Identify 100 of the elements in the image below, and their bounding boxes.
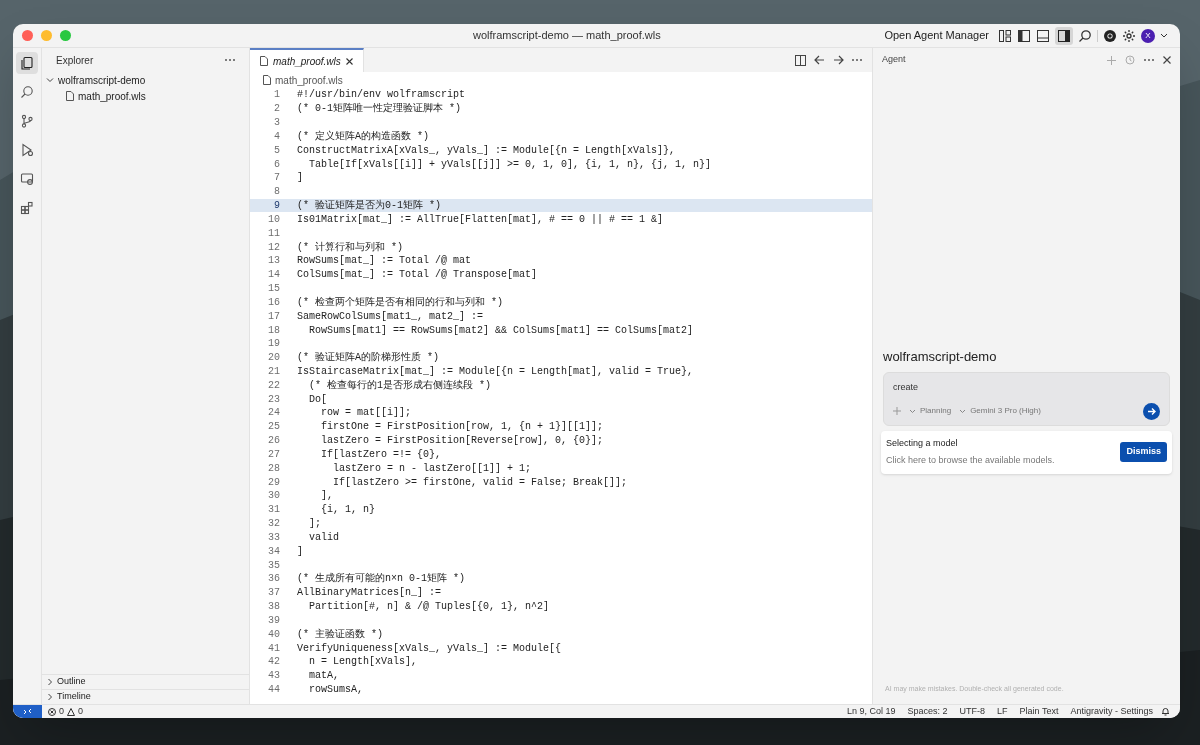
remote-button[interactable] — [13, 705, 42, 718]
line-number: 44 — [267, 683, 280, 698]
close-window-button[interactable] — [22, 30, 33, 41]
code-line: (* 生成所有可能的n×n 0-1矩阵 *) — [296, 572, 465, 587]
line-number: 33 — [267, 530, 280, 545]
account-avatar[interactable]: X — [1141, 28, 1155, 43]
code-line: (* 定义矩阵A的构造函数 *) — [296, 129, 429, 144]
line-number: 35 — [267, 558, 280, 573]
line-number: 16 — [267, 295, 280, 310]
code-line: ColSums[mat_] := Total /@ Transpose[mat] — [296, 268, 538, 283]
arrow-right-icon — [1147, 406, 1156, 416]
code-line: #!/usr/bin/env wolframscript — [296, 88, 466, 102]
warning-icon — [67, 707, 75, 716]
status-bar-item[interactable]: LF — [997, 704, 1008, 718]
forward-arrow-icon[interactable] — [833, 55, 844, 65]
line-number: 18 — [267, 323, 280, 338]
line-number: 8 — [273, 185, 280, 200]
chevron-icon[interactable] — [46, 76, 54, 84]
line-number: 2 — [273, 102, 280, 117]
sidebar-toggle-icon[interactable] — [1017, 28, 1031, 43]
status-bar-item[interactable]: UTF-8 — [959, 704, 986, 718]
prompt-text[interactable]: create — [893, 381, 1160, 395]
line-number: 36 — [267, 572, 280, 587]
model-dropdown[interactable]: Gemini 3 Pro (High) — [959, 405, 1041, 417]
tab-label[interactable]: math_proof.wls — [273, 53, 341, 69]
editor-tab[interactable]: math_proof.wls — [250, 48, 364, 72]
notification-bell-icon[interactable] — [1161, 707, 1170, 716]
remote-icon — [23, 707, 32, 716]
line-number: 11 — [267, 226, 280, 241]
line-number: 7 — [273, 171, 280, 186]
code-line: Is01Matrix[mat_] := AllTrue[Flatten[mat], # == 0 || # == 1 &] — [296, 212, 664, 227]
line-number: 40 — [267, 627, 280, 642]
code-line: {i, 1, n} — [320, 503, 375, 518]
status-bar-item[interactable]: Antigravity - Settings — [1070, 704, 1153, 718]
code-line: Table[If[xVals[[i]] + yVals[[j]] >= 0, 1, 0], {i, 1, n}, {j, 1, n}] — [308, 157, 712, 172]
line-number: 21 — [267, 365, 280, 379]
secondary-sidebar-toggle[interactable] — [1055, 26, 1073, 45]
code-line: firstOne = FirstPosition[row, 1, {n + 1}][[1]]; — [320, 420, 604, 435]
dismiss-button[interactable]: Dismiss — [1120, 442, 1167, 462]
line-number: 28 — [267, 461, 280, 476]
line-number: 15 — [267, 282, 280, 296]
code-line: (* 0-1矩阵唯一性定理验证脚本 *) — [296, 101, 461, 117]
breadcrumb[interactable]: math_proof.wls — [275, 72, 343, 88]
problems-button[interactable]: 0 0 — [42, 704, 90, 718]
send-button[interactable] — [1143, 402, 1160, 420]
line-number: 34 — [267, 544, 280, 559]
status-bar-item[interactable]: Plain Text — [1019, 704, 1059, 718]
line-number: 26 — [267, 434, 280, 449]
code-line: (* 主验证函数 *) — [296, 627, 383, 642]
section-header[interactable]: Outline — [42, 674, 249, 689]
panel-toggle-icon[interactable] — [1036, 28, 1050, 43]
code-line: ] — [296, 171, 303, 186]
code-line: IsStaircaseMatrix[mat_] := Module[{n = Length[mat], valid = True}, — [296, 365, 694, 379]
status-bar-item[interactable]: Ln 9, Col 19 — [847, 704, 896, 718]
file-item[interactable]: math_proof.wls — [42, 88, 249, 104]
chevron-down-icon[interactable] — [1160, 32, 1168, 39]
line-number: 27 — [267, 447, 280, 462]
status-bar-item[interactable]: Spaces: 2 — [907, 704, 948, 718]
split-editor-icon[interactable] — [795, 54, 806, 66]
code-line: If[lastZero =!= {0}, — [320, 447, 442, 462]
line-number: 39 — [267, 613, 280, 628]
code-line: n = Length[xVals], — [308, 655, 418, 670]
line-number: 24 — [267, 406, 280, 421]
line-number: 14 — [267, 268, 280, 283]
code-line: (* 验证矩阵A的阶梯形性质 *) — [296, 351, 439, 366]
files-icon[interactable] — [16, 52, 38, 74]
code-line: (* 检查两个矩阵是否有相同的行和与列和 *) — [296, 295, 503, 310]
line-number: 29 — [267, 475, 280, 490]
line-number: 25 — [267, 420, 280, 435]
line-number: 20 — [267, 351, 280, 366]
code-line: ConstructMatrixA[xVals_, yVals_] := Module[{n = Length[xVals]}, — [296, 143, 676, 158]
open-agent-manager-button[interactable]: Open Agent Manager — [880, 27, 993, 44]
browser-icon[interactable] — [1103, 28, 1117, 43]
line-number: 1 — [273, 88, 280, 103]
code-line: ] — [296, 544, 303, 559]
line-number: 31 — [267, 503, 280, 518]
line-number: 17 — [267, 309, 280, 324]
close-icon[interactable] — [345, 57, 353, 65]
settings-icon[interactable] — [1122, 28, 1136, 43]
code-line: Partition[#, n] & /@ Tuples[{0, 1}, n^2] — [308, 600, 550, 615]
layout-icon[interactable] — [998, 28, 1012, 43]
code-line: row = mat[[i]]; — [320, 406, 412, 421]
code-line: rowSumsA, — [308, 683, 363, 698]
line-number: 42 — [267, 655, 280, 670]
code-line: matA, — [308, 669, 339, 684]
line-number: 38 — [267, 600, 280, 615]
search-icon[interactable] — [1078, 28, 1092, 43]
tooltip-title: Selecting a model — [886, 436, 959, 450]
agent-panel-title: Agent — [882, 53, 906, 67]
line-number: 37 — [267, 586, 280, 601]
close-icon[interactable] — [1163, 56, 1171, 64]
workspace-title: wolframscript-demo — [883, 347, 998, 366]
line-number: 32 — [267, 517, 280, 532]
back-arrow-icon[interactable] — [814, 55, 825, 65]
mode-dropdown[interactable]: Planning — [909, 405, 952, 417]
folder-item[interactable]: wolframscript-demo — [42, 72, 249, 88]
line-number: 9 — [273, 199, 280, 214]
code-line: AllBinaryMatrices[n_] := — [296, 586, 442, 601]
line-number: 23 — [267, 392, 280, 407]
prompt-box[interactable]: create Planning Gemini 3 Pro (High) — [883, 372, 1170, 426]
